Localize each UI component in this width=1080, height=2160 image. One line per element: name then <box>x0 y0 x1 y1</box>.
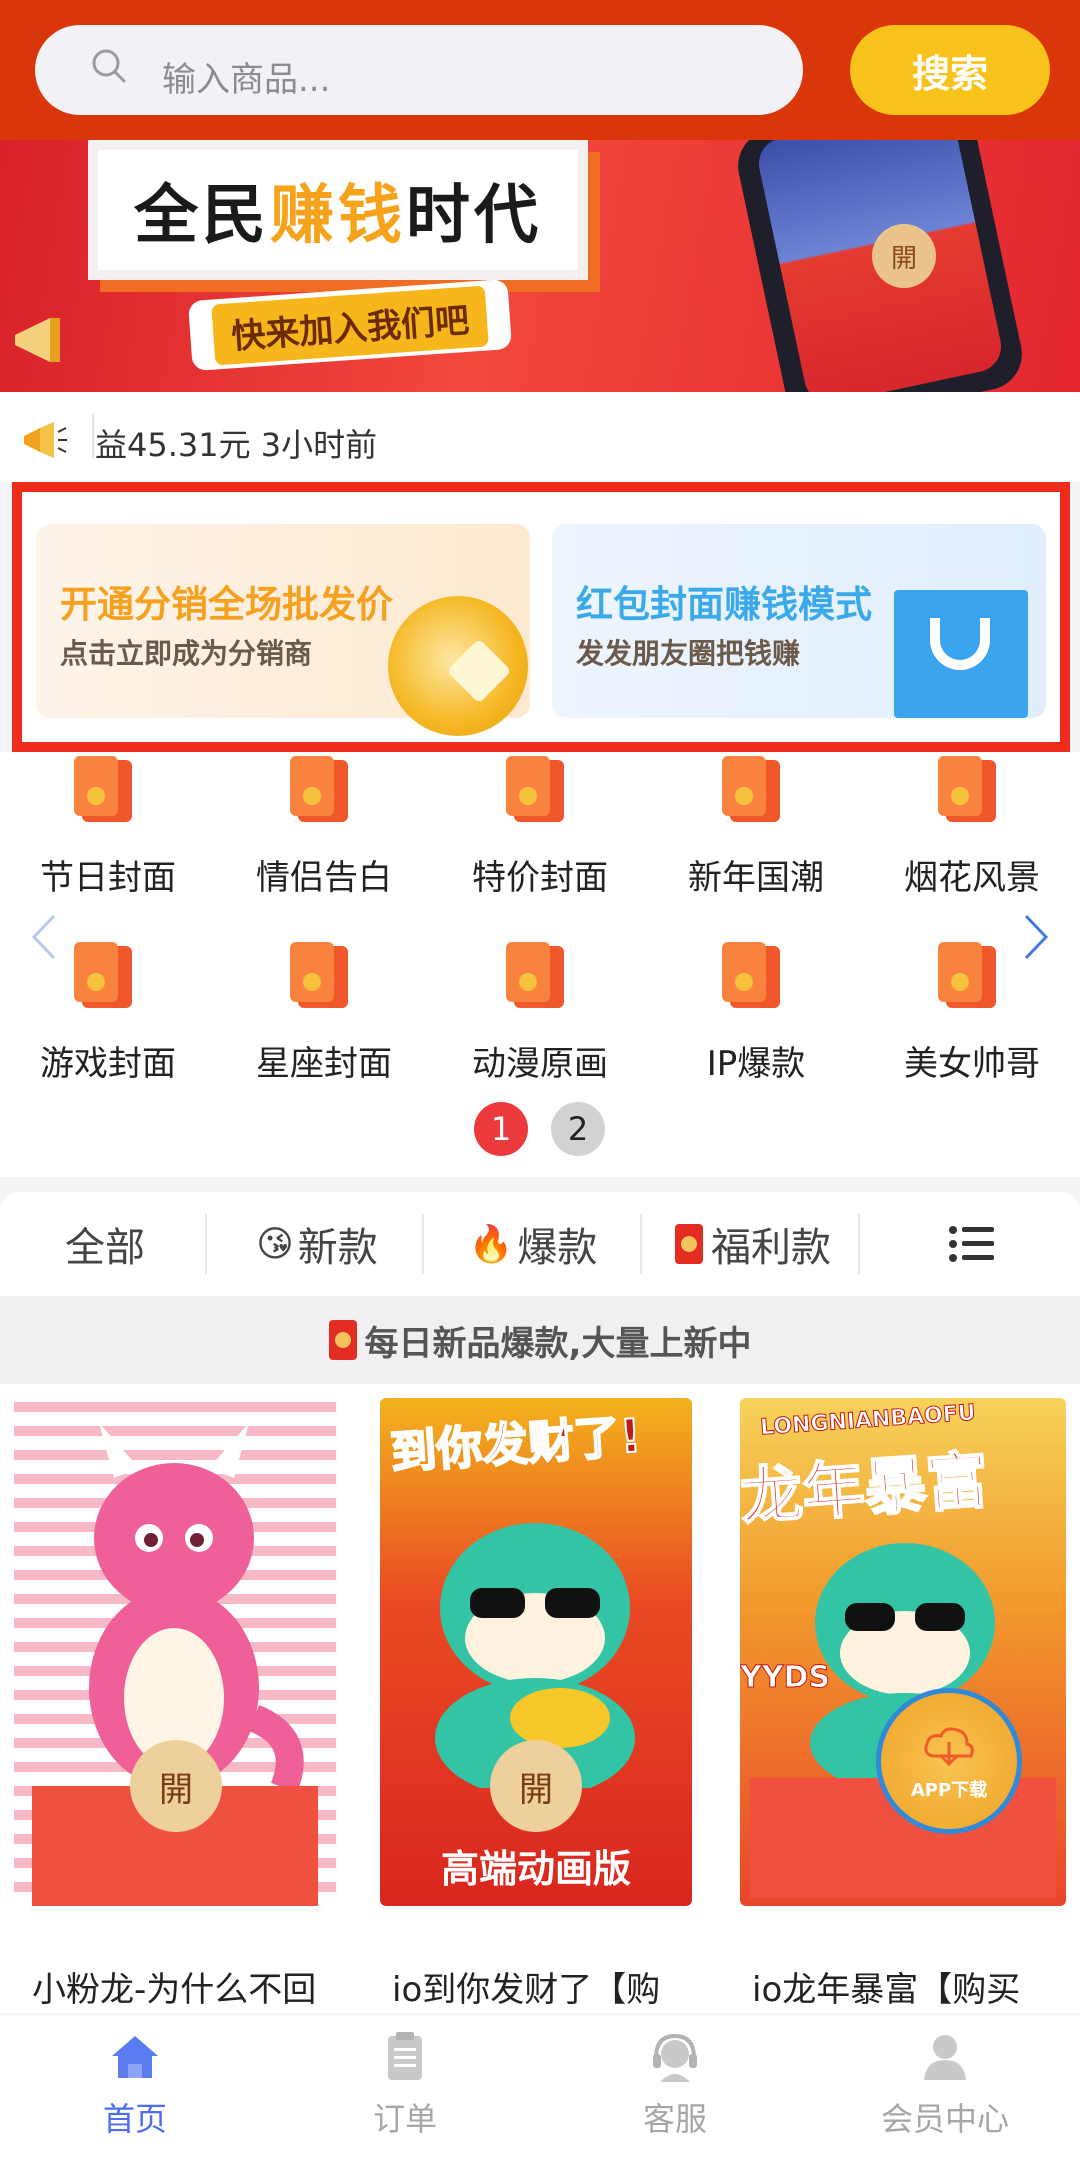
category-item[interactable]: 动漫原画 <box>432 938 648 1088</box>
red-envelope-icon <box>722 756 780 822</box>
tab-label: 全部 <box>65 1225 145 1271</box>
page-dot-1[interactable]: 1 <box>474 1102 528 1156</box>
banner-title-part1: 全民 <box>134 179 270 253</box>
red-envelope-icon <box>938 756 996 822</box>
notice-text: 益45.31元 3小时前 <box>95 426 378 464</box>
red-envelope-icon <box>506 942 564 1008</box>
section-title: 每日新品爆款,大量上新中 <box>364 1323 752 1364</box>
red-envelope-icon <box>74 756 132 822</box>
category-label: 新年国潮 <box>688 858 824 898</box>
promo-title: 红包封面赚钱模式 <box>576 583 872 626</box>
red-envelope-icon <box>506 756 564 822</box>
banner-title: 全民 赚钱 时代 <box>88 140 588 280</box>
search-input[interactable] <box>35 25 803 115</box>
category-item[interactable]: 新年国潮 <box>648 752 864 902</box>
nav-customer-service[interactable]: 客服 <box>540 2030 810 2140</box>
product-name[interactable]: io到你发财了【购 <box>392 1962 722 2011</box>
search-button[interactable]: 搜索 <box>850 25 1050 115</box>
download-cloud-icon <box>924 1727 974 1767</box>
banner-subtitle: 快来加入我们吧 <box>187 278 513 372</box>
category-item[interactable]: 烟花风景 <box>864 752 1080 902</box>
nav-label: 订单 <box>372 2100 437 2138</box>
search-icon <box>92 49 126 83</box>
product-card[interactable]: LONGNIANBAOFU 龙年暴富 YYDS <box>740 1398 1066 1906</box>
red-envelope-icon <box>938 942 996 1008</box>
hongbao-icon <box>675 1224 703 1264</box>
product-card[interactable]: 到你发财了! 開 高端动画版 <box>380 1398 692 1906</box>
fire-icon: 🔥 <box>468 1224 514 1265</box>
category-item[interactable]: 情侣告白 <box>216 752 432 902</box>
nav-member-center[interactable]: 会员中心 <box>810 2030 1080 2140</box>
tab-hot[interactable]: 🔥 爆款 <box>428 1192 638 1296</box>
tab-label: 福利款 <box>711 1225 831 1271</box>
megaphone-icon <box>15 318 60 362</box>
section-header: 每日新品爆款,大量上新中 <box>0 1296 1080 1384</box>
download-label: APP下载 <box>910 1780 988 1801</box>
product-art-subtitle: 高端动画版 <box>440 1847 631 1891</box>
category-item[interactable]: IP爆款 <box>648 938 864 1088</box>
tab-divider <box>205 1214 207 1274</box>
app-download-button[interactable]: APP下载 <box>876 1688 1022 1834</box>
home-icon <box>112 2036 158 2078</box>
red-envelope-icon <box>722 942 780 1008</box>
red-envelope-icon <box>290 756 348 822</box>
category-label: 情侣告白 <box>256 858 392 898</box>
promo-subtitle: 发发朋友圈把钱赚 <box>576 637 801 670</box>
category-item[interactable]: 游戏封面 <box>0 938 216 1088</box>
promo-banner[interactable]: 全民 赚钱 时代 快来加入我们吧 開 <box>0 140 1080 392</box>
search-placeholder: 输入商品... <box>162 60 331 100</box>
product-art-title: 龙年暴富 <box>740 1442 992 1534</box>
category-label: 特价封面 <box>472 858 608 898</box>
notice-divider <box>92 414 94 458</box>
hongbao-icon <box>328 1320 357 1360</box>
tab-divider <box>858 1214 860 1274</box>
list-menu-icon[interactable] <box>948 1224 996 1264</box>
user-icon <box>924 2035 966 2080</box>
nav-orders[interactable]: 订单 <box>270 2030 540 2140</box>
product-name[interactable]: io龙年暴富【购买 <box>752 1962 1080 2011</box>
tab-divider <box>640 1214 642 1274</box>
tab-label: 新款 <box>297 1225 378 1271</box>
kiss-face-icon: 😘 <box>256 1223 294 1265</box>
promo-title: 开通分销全场批发价 <box>60 583 393 626</box>
tab-new[interactable]: 😘 新款 <box>212 1192 422 1296</box>
category-item[interactable]: 星座封面 <box>216 938 432 1088</box>
tab-divider <box>422 1214 424 1274</box>
banner-title-highlight: 赚钱 <box>270 179 406 253</box>
promo-subtitle: 点击立即成为分销商 <box>60 637 313 670</box>
category-item[interactable]: 特价封面 <box>432 752 648 902</box>
banner-subtitle-text: 快来加入我们吧 <box>211 285 489 365</box>
category-item[interactable]: 美女帅哥 <box>864 938 1080 1088</box>
tab-welfare[interactable]: 福利款 <box>648 1192 858 1296</box>
category-item[interactable]: 节日封面 <box>0 752 216 902</box>
category-label: 动漫原画 <box>472 1044 608 1084</box>
category-label: 美女帅哥 <box>904 1044 1040 1084</box>
nav-home[interactable]: 首页 <box>0 2030 270 2140</box>
nav-label: 首页 <box>102 2100 167 2138</box>
category-label: 星座封面 <box>256 1044 392 1084</box>
nav-label: 会员中心 <box>880 2100 1009 2138</box>
speaker-icon <box>24 422 67 458</box>
category-label: IP爆款 <box>706 1044 806 1084</box>
red-envelope-icon <box>290 942 348 1008</box>
clipboard-icon <box>388 2032 422 2080</box>
product-name[interactable]: 小粉龙-为什么不回 <box>32 1962 362 2011</box>
tab-all[interactable]: 全部 <box>0 1192 210 1296</box>
open-badge: 開 <box>490 1740 582 1832</box>
category-label: 烟花风景 <box>904 858 1040 898</box>
page-dot-2[interactable]: 2 <box>551 1102 605 1156</box>
product-card[interactable]: 開 <box>14 1398 336 1906</box>
nav-label: 客服 <box>642 2100 707 2138</box>
category-label: 游戏封面 <box>40 1044 176 1084</box>
phone-open-badge: 開 <box>872 224 936 288</box>
red-envelope-icon <box>74 942 132 1008</box>
headset-icon <box>653 2033 697 2082</box>
category-label: 节日封面 <box>40 858 176 898</box>
product-art-title: 到你发财了! <box>388 1407 644 1480</box>
tab-label: 爆款 <box>517 1225 598 1271</box>
banner-title-part2: 时代 <box>406 179 542 253</box>
open-badge: 開 <box>130 1740 222 1832</box>
